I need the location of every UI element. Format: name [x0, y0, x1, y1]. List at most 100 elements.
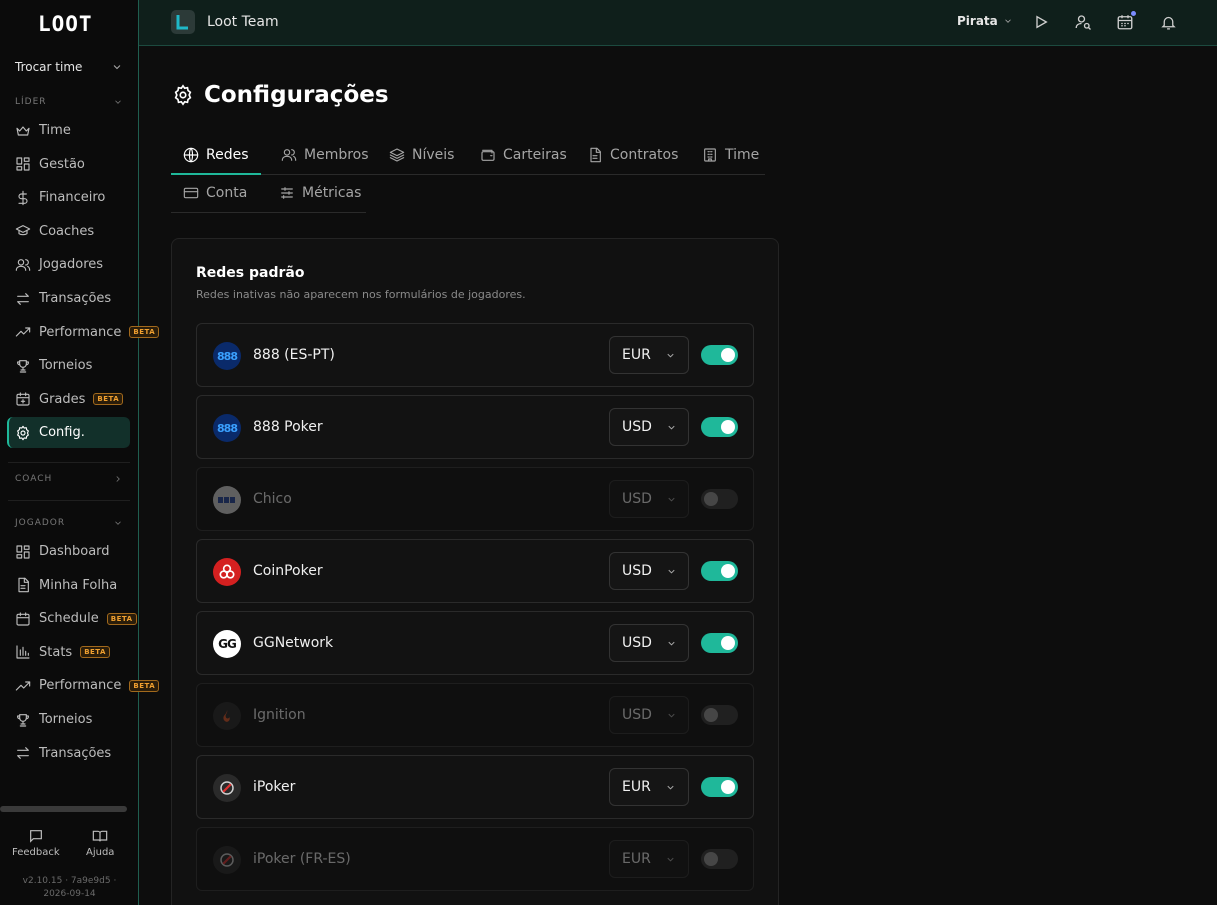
play-icon [1036, 15, 1048, 29]
notifications-button[interactable] [1158, 12, 1178, 32]
sidebar-item-minha-folha[interactable]: Minha Folha [7, 570, 130, 601]
network-row-content: iPoker EUR [197, 756, 753, 818]
user-name: Pirata [957, 14, 998, 28]
user-menu[interactable]: Pirata [957, 14, 1013, 28]
sidebar-item-transacoes[interactable]: Transações [7, 283, 130, 314]
network-enabled-toggle[interactable] [701, 345, 738, 365]
section-player[interactable]: JOGADOR [15, 518, 123, 528]
tab-membros[interactable]: Membros [281, 136, 369, 174]
currency-select[interactable]: USD [609, 624, 689, 662]
currency-select[interactable]: EUR [609, 840, 689, 878]
feedback-button[interactable]: Feedback [12, 828, 60, 858]
network-enabled-toggle[interactable] [701, 417, 738, 437]
topbar: Loot Team Pirata [139, 0, 1217, 46]
network-enabled-toggle[interactable] [701, 561, 738, 581]
chevron-down-icon [666, 494, 677, 505]
team-logo [171, 10, 195, 34]
app-logo[interactable]: LOOT [38, 12, 93, 36]
arrows-icon [15, 291, 31, 307]
sidebar-item-grades[interactable]: Grades BETA [7, 384, 130, 415]
document-icon [587, 147, 603, 163]
message-square-icon [29, 830, 42, 843]
network-row-content: iPoker (FR-ES) EUR [197, 828, 753, 890]
tab-niveis[interactable]: Níveis [389, 136, 454, 174]
sidebar-item-coaches[interactable]: Coaches [7, 216, 130, 247]
networks-card: Redes padrão Redes inativas não aparecem… [171, 238, 779, 905]
chevron-down-icon [1004, 19, 1011, 23]
network-row: iPoker (FR-ES) EUR [196, 827, 754, 891]
sidebar-item-stats[interactable]: Stats BETA [7, 637, 130, 668]
network-enabled-toggle[interactable] [701, 777, 738, 797]
currency-select[interactable]: USD [609, 696, 689, 734]
sidebar-item-dashboard[interactable]: Dashboard [7, 536, 130, 567]
calendar-button[interactable] [1115, 10, 1137, 32]
network-enabled-toggle[interactable] [701, 489, 738, 509]
sidebar-item-performance[interactable]: Performance BETA [7, 317, 160, 348]
loot-l-icon [176, 15, 188, 30]
currency-select[interactable]: EUR [609, 768, 689, 806]
tab-label: Time [725, 147, 760, 163]
play-button[interactable] [1031, 12, 1051, 32]
sidebar-item-config[interactable]: Config. [7, 417, 130, 449]
888-logo-text: 888 [217, 421, 238, 435]
tab-time[interactable]: Time [702, 136, 759, 174]
tab-label: Membros [304, 147, 369, 163]
sidebar-item-transacoes[interactable]: Transações [7, 738, 130, 769]
team-name: Loot Team [207, 14, 279, 30]
network-row-content: GG GGNetwork USD [197, 612, 753, 674]
chico-logo [213, 486, 241, 514]
sidebar-item-label: Gestão [39, 156, 85, 172]
sidebar-item-time[interactable]: Time [7, 115, 130, 146]
tab-label: Carteiras [503, 147, 567, 163]
feedback-label: Feedback [12, 847, 60, 858]
sidebar-item-financeiro[interactable]: Financeiro [7, 182, 130, 213]
grid-icon [15, 156, 31, 172]
sidebar-item-label: Performance [39, 324, 122, 340]
beta-badge: BETA [129, 679, 160, 692]
sidebar-item-schedule[interactable]: Schedule BETA [7, 603, 137, 634]
user-search-icon [1075, 15, 1091, 30]
section-coach[interactable]: COACH [15, 474, 123, 484]
currency-value: USD [622, 491, 652, 507]
tab-redes[interactable]: Redes [183, 136, 249, 174]
currency-select[interactable]: USD [609, 480, 689, 518]
network-enabled-toggle[interactable] [701, 705, 738, 725]
tab-metricas[interactable]: Métricas [279, 174, 361, 212]
sidebar-item-gestao[interactable]: Gestão [7, 149, 130, 180]
sidebar-item-performance[interactable]: Performance BETA [7, 670, 160, 701]
user-search-button[interactable] [1073, 12, 1093, 32]
sidebar-item-jogadores[interactable]: Jogadores [7, 249, 130, 280]
chevron-down-icon [115, 100, 121, 104]
tab-carteiras[interactable]: Carteiras [480, 136, 567, 174]
section-leader[interactable]: LÍDER [15, 97, 123, 107]
gear-icon [15, 425, 31, 441]
bell-icon [1160, 16, 1176, 30]
chevron-down-icon [666, 422, 677, 433]
tab-row-divider [171, 212, 366, 213]
network-enabled-toggle[interactable] [701, 849, 738, 869]
tab-conta[interactable]: Conta [183, 174, 247, 212]
sidebar-item-label: Dashboard [39, 544, 110, 559]
network-row: CoinPoker USD [196, 539, 754, 603]
network-name: Chico [253, 491, 292, 507]
book-open-icon [92, 830, 108, 842]
sidebar-scrollbar[interactable] [0, 806, 127, 812]
tab-contratos[interactable]: Contratos [587, 136, 678, 174]
bar-chart-icon [15, 644, 31, 660]
currency-select[interactable]: USD [609, 408, 689, 446]
currency-select[interactable]: USD [609, 552, 689, 590]
help-label: Ajuda [86, 847, 115, 858]
team-brand[interactable]: Loot Team [171, 10, 279, 34]
tab-label: Redes [206, 147, 249, 163]
help-button[interactable]: Ajuda [86, 828, 114, 858]
network-row: 888 888 Poker USD [196, 395, 754, 459]
network-enabled-toggle[interactable] [701, 633, 738, 653]
sidebar-item-torneios[interactable]: Torneios [7, 350, 130, 381]
sidebar-item-label: Minha Folha [39, 577, 118, 593]
currency-select[interactable]: EUR [609, 336, 689, 374]
team-switcher[interactable]: Trocar time [15, 60, 123, 74]
network-name: Ignition [253, 707, 306, 723]
sidebar-item-torneios[interactable]: Torneios [7, 704, 130, 735]
sidebar-item-label: Config. [39, 425, 85, 441]
sidebar-item-label: Financeiro [39, 190, 106, 206]
